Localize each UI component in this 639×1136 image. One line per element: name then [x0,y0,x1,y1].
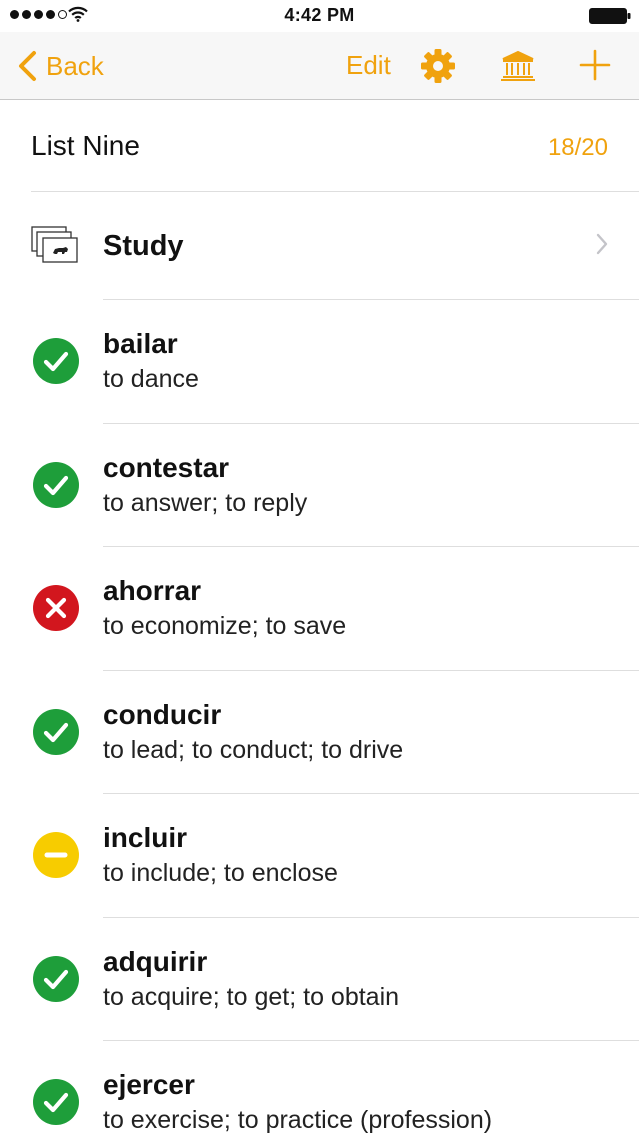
chevron-right-icon [596,233,608,255]
word-term: incluir [103,822,188,853]
word-term: contestar [103,451,230,483]
word-term: ahorrar [103,575,202,606]
word-row[interactable]: conducir to lead; to conduct; to drive [0,671,639,795]
plus-icon[interactable] [578,48,612,82]
list-score: 18/20 [547,134,608,161]
bank-icon[interactable] [500,50,536,82]
word-row[interactable]: ejercer to exercise; to practice (profess… [0,1041,639,1136]
study-label: Study [103,230,184,262]
word-row[interactable]: bailar to dance [0,300,639,424]
minus-icon [33,832,79,878]
battery-icon [589,8,631,24]
word-term: ejercer [103,1069,195,1100]
word-row[interactable]: adquirir to acquire; to get; to obtain [0,918,639,1042]
status-bar: 4:42 PM [0,0,639,32]
edit-button[interactable]: Edit [346,50,391,81]
word-definition: to answer; to reply [103,488,308,517]
status-time: 4:42 PM [284,5,355,25]
list-title: List Nine [31,130,140,161]
word-row[interactable]: incluir to include; to enclose [0,794,639,918]
back-button[interactable]: Back [16,48,104,84]
word-row[interactable]: contestar to answer; to reply [0,424,639,548]
checkmark-icon [33,338,79,384]
word-term: adquirir [103,945,208,977]
x-mark-icon [33,585,79,631]
word-row[interactable]: ahorrar to economize; to save [0,547,639,671]
word-definition: to lead; to conduct; to drive [103,735,404,764]
flashcards-icon [31,226,78,263]
navigation-bar: Back Edit [0,32,639,100]
word-definition: to economize; to save [103,612,347,640]
word-definition: to dance [103,365,199,393]
gear-icon[interactable] [420,48,456,84]
list-header: List Nine 18/20 [31,100,639,192]
checkmark-icon [33,461,79,508]
word-term: conducir [103,698,222,730]
word-term: bailar [103,328,178,359]
chevron-left-icon [19,51,36,81]
word-definition: to exercise; to practice (profession) [103,1106,493,1134]
checkmark-icon [33,955,79,1002]
study-row[interactable]: Study [0,192,639,300]
word-definition: to include; to enclose [103,859,338,887]
checkmark-icon [33,708,79,755]
checkmark-icon [33,1079,79,1125]
word-definition: to acquire; to get; to obtain [103,982,400,1011]
back-label: Back [46,50,104,81]
